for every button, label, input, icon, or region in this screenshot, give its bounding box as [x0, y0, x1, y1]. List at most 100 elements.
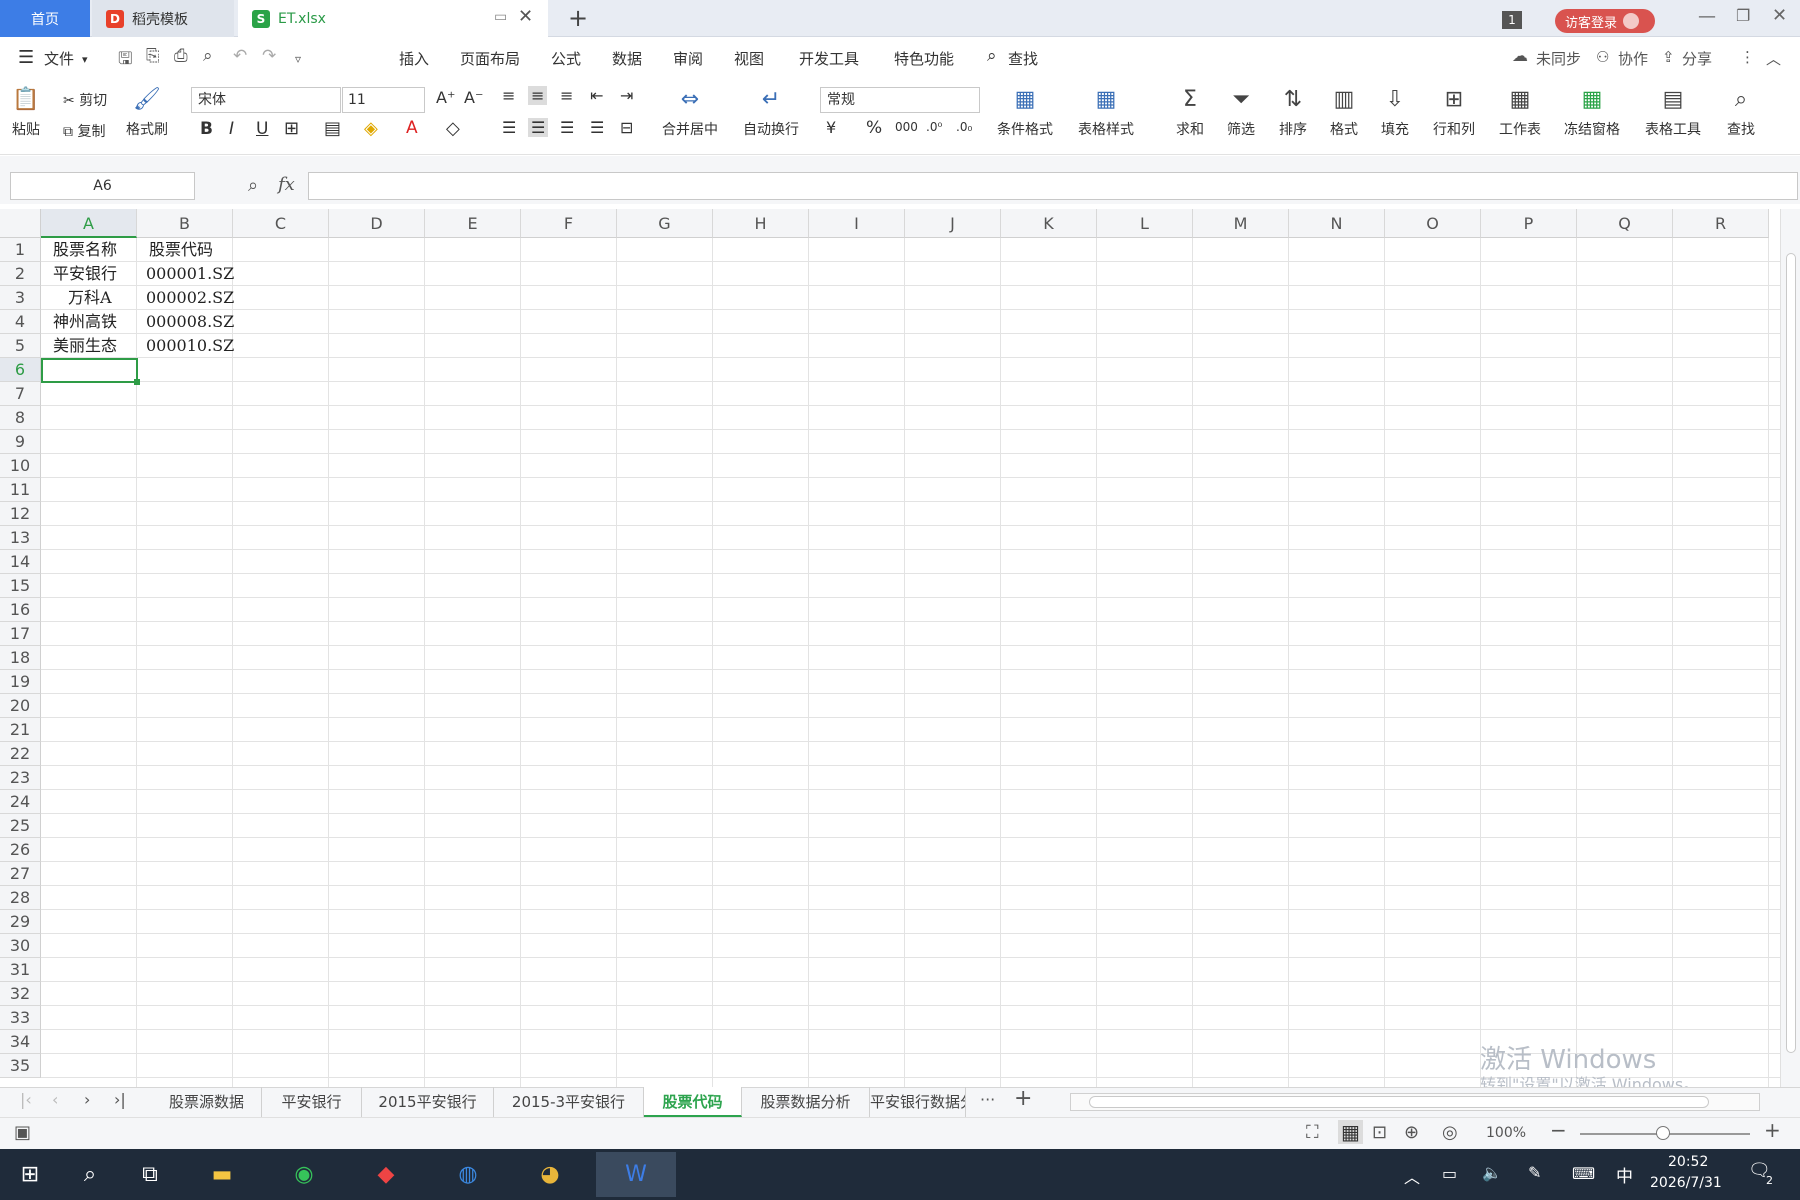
column-header[interactable]: P [1481, 209, 1577, 238]
sheet-tab-pingan[interactable]: 平安银行 [262, 1087, 362, 1117]
distribute-icon[interactable]: ⊟ [620, 118, 633, 137]
indent-increase-icon[interactable]: ⇥ [620, 86, 633, 105]
sum-button[interactable]: Σ 求和 [1176, 87, 1204, 139]
column-header[interactable]: M [1193, 209, 1289, 238]
decrease-decimal-icon[interactable]: .0₀ [956, 120, 972, 134]
sheet-tab-2015-3-pingan[interactable]: 2015-3平安银行 [494, 1087, 644, 1117]
zoom-out-icon[interactable]: − [1550, 1118, 1567, 1142]
menu-review[interactable]: 审阅 [673, 48, 703, 69]
cell-b3[interactable]: 000002.SZ [146, 286, 234, 310]
file-explorer-icon[interactable]: ▬ [192, 1152, 252, 1197]
cell-a3[interactable]: 万科A [68, 286, 112, 310]
zoom-slider-thumb[interactable] [1656, 1126, 1670, 1140]
menu-formula[interactable]: 公式 [551, 48, 581, 69]
minimize-icon[interactable]: — [1698, 6, 1716, 27]
tab-home[interactable]: 首页 [0, 0, 90, 37]
vertical-scroll-thumb[interactable] [1786, 253, 1796, 1053]
collab-button[interactable]: 协作 [1618, 48, 1648, 69]
close-tab-icon[interactable]: ✕ [518, 6, 533, 27]
border-icon[interactable]: ⊞ [284, 118, 299, 139]
add-sheet-icon[interactable]: + [1014, 1086, 1032, 1111]
conditional-format-button[interactable]: ▦ 条件格式 [997, 87, 1053, 139]
column-header[interactable]: J [905, 209, 1001, 238]
close-window-icon[interactable]: ✕ [1772, 5, 1787, 26]
macro-record-icon[interactable]: ▣ [14, 1122, 31, 1143]
cell-a2[interactable]: 平安银行 [53, 262, 117, 286]
column-header[interactable]: K [1001, 209, 1097, 238]
row-header[interactable]: 14 [0, 550, 41, 574]
print-preview-icon[interactable]: ⌕ [203, 46, 213, 66]
menu-data[interactable]: 数据 [612, 48, 642, 69]
paste-button[interactable]: 📋 粘贴 [12, 87, 40, 139]
percent-icon[interactable]: % [866, 118, 882, 138]
battery-icon[interactable]: ▭ [1442, 1164, 1457, 1183]
undo-icon[interactable]: ↶ [233, 46, 247, 66]
row-header[interactable]: 31 [0, 958, 41, 982]
menu-search[interactable]: 查找 [1008, 48, 1038, 69]
clear-icon[interactable]: ◇ [446, 118, 460, 139]
name-box[interactable]: A6 [10, 172, 195, 200]
number-format-select[interactable]: 常规 [820, 87, 980, 113]
cell-b1[interactable]: 股票代码 [149, 238, 213, 262]
copy-button[interactable]: ⧉ 复制 [63, 121, 105, 141]
redo-icon[interactable]: ↷ [262, 46, 276, 66]
row-header[interactable]: 25 [0, 814, 41, 838]
table-style-button[interactable]: ▦ 表格样式 [1078, 87, 1134, 139]
row-header[interactable]: 15 [0, 574, 41, 598]
export-pdf-icon[interactable]: ⎘ [146, 46, 160, 66]
format-painter-button[interactable]: 🖌 格式刷 [126, 87, 168, 139]
font-name-select[interactable]: 宋体 [191, 87, 341, 113]
row-header[interactable]: 33 [0, 1006, 41, 1030]
spreadsheet-grid[interactable]: ABCDEFGHIJKLMNOPQR 1 2 3 4 5 6 7 8 9 10 11 12 13 14 15… [0, 209, 1780, 1087]
cell-a5[interactable]: 美丽生态 [53, 334, 117, 358]
row-header[interactable]: 28 [0, 886, 41, 910]
menu-developer[interactable]: 开发工具 [799, 48, 859, 69]
column-header[interactable]: H [713, 209, 809, 238]
underline-icon[interactable]: U [256, 119, 268, 139]
column-header[interactable]: D [329, 209, 425, 238]
row-header[interactable]: 4 [0, 310, 41, 334]
menu-file[interactable]: 文件 [44, 48, 74, 69]
fill-handle[interactable] [134, 379, 140, 385]
save-icon[interactable]: 🖫 [118, 46, 132, 75]
cell-b4[interactable]: 000008.SZ [146, 310, 234, 334]
zoom-in-icon[interactable]: + [1764, 1118, 1781, 1142]
cut-button[interactable]: ✂ 剪切 [63, 90, 107, 110]
pen-icon[interactable]: ✎ [1528, 1163, 1541, 1182]
fill-color-icon[interactable]: ◈ [364, 118, 378, 139]
select-all-corner[interactable] [0, 209, 41, 238]
row-header[interactable]: 13 [0, 526, 41, 550]
cell-style-icon[interactable]: ▤ [324, 118, 341, 139]
volume-icon[interactable]: 🔈 [1482, 1163, 1502, 1182]
font-size-select[interactable]: 11 [342, 87, 425, 113]
row-header[interactable]: 32 [0, 982, 41, 1006]
worksheet-button[interactable]: ▦ 工作表 [1499, 87, 1541, 139]
column-header[interactable]: O [1385, 209, 1481, 238]
menu-view[interactable]: 视图 [734, 48, 764, 69]
row-header[interactable]: 17 [0, 622, 41, 646]
next-sheet-icon[interactable]: › [84, 1090, 90, 1109]
horizontal-scroll-thumb[interactable] [1089, 1096, 1709, 1108]
shrink-font-icon[interactable]: A⁻ [464, 88, 483, 107]
chevron-down-icon[interactable]: ▾ [82, 53, 88, 66]
wechat-icon[interactable]: ◉ [274, 1152, 334, 1197]
normal-view-icon[interactable]: ▦ [1338, 1120, 1363, 1144]
docer-taskbar-icon[interactable]: ◆ [356, 1152, 416, 1197]
column-header[interactable]: B [137, 209, 233, 238]
collapse-ribbon-icon[interactable]: ︿ [1766, 48, 1781, 69]
tab-file[interactable]: S ET.xlsx ▭ ✕ [238, 0, 548, 37]
align-middle-icon[interactable]: ≡ [528, 86, 548, 105]
column-header[interactable]: N [1289, 209, 1385, 238]
thousands-icon[interactable]: 000 [895, 120, 918, 134]
tab-template[interactable]: D 稻壳模板 [92, 0, 234, 37]
row-header[interactable]: 6 [0, 358, 41, 382]
align-right-icon[interactable]: ☰ [560, 118, 574, 137]
tray-expand-icon[interactable]: ︿ [1404, 1164, 1420, 1188]
row-header[interactable]: 2 [0, 262, 41, 286]
menu-features[interactable]: 特色功能 [894, 48, 954, 69]
zoom-formula-icon[interactable]: ⌕ [248, 175, 258, 196]
row-header[interactable]: 12 [0, 502, 41, 526]
vertical-scrollbar[interactable] [1780, 209, 1800, 1087]
hamburger-icon[interactable]: ☰ [18, 47, 34, 68]
clock-date[interactable]: 2026/7/31 [1650, 1175, 1722, 1191]
